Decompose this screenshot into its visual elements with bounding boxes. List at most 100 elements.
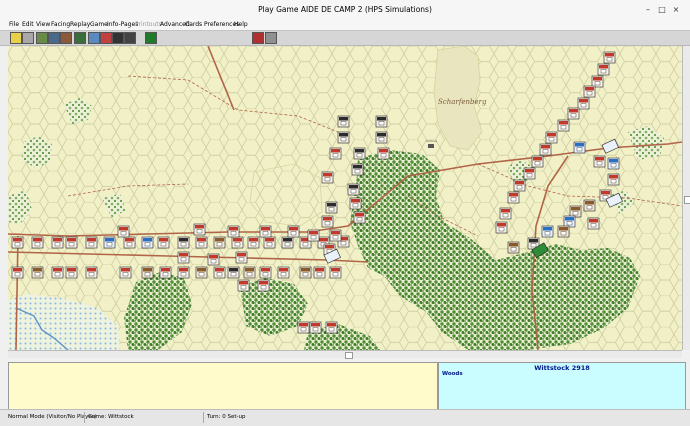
unit-counter[interactable]: [299, 266, 312, 279]
unit-counter[interactable]: [569, 205, 582, 218]
unit-counter[interactable]: [11, 236, 24, 249]
unit-counter[interactable]: [507, 241, 520, 254]
unit-counter[interactable]: [573, 141, 586, 154]
unit-counter[interactable]: [235, 251, 248, 264]
unit-counter[interactable]: [337, 115, 350, 128]
unit-counter[interactable]: [227, 266, 240, 279]
menu-edit[interactable]: Edit: [22, 21, 34, 28]
unit-counter[interactable]: [297, 321, 310, 334]
unit-counter[interactable]: [237, 279, 250, 292]
menu-view[interactable]: View: [36, 21, 50, 28]
unit-counter[interactable]: [523, 167, 536, 180]
unit-counter[interactable]: [263, 236, 276, 249]
unit-counter[interactable]: [177, 251, 190, 264]
markers-icon[interactable]: [265, 32, 277, 44]
unit-counter[interactable]: [227, 225, 240, 238]
unit-counter[interactable]: [351, 163, 364, 176]
unit-counter[interactable]: [51, 266, 64, 279]
unit-counter[interactable]: [557, 119, 570, 132]
unit-counter[interactable]: [213, 266, 226, 279]
unit-counter[interactable]: [103, 236, 116, 249]
unit-counter[interactable]: [213, 236, 226, 249]
unit-counter[interactable]: [257, 279, 270, 292]
unit-counter[interactable]: [583, 199, 596, 212]
unit-counter[interactable]: [347, 183, 360, 196]
unit-counter[interactable]: [587, 217, 600, 230]
unit-counter[interactable]: [583, 85, 596, 98]
unit-counter[interactable]: [593, 155, 606, 168]
unit-counter[interactable]: [577, 97, 590, 110]
minimize-button[interactable]: –: [643, 5, 653, 15]
unit-counter[interactable]: [85, 236, 98, 249]
unit-counter[interactable]: [531, 155, 544, 168]
unit-counter[interactable]: [65, 236, 78, 249]
unit-tool-icon[interactable]: [74, 32, 86, 44]
unit-counter[interactable]: [307, 229, 320, 242]
unit-counter[interactable]: [313, 266, 326, 279]
los-icon[interactable]: [112, 32, 124, 44]
menu-help[interactable]: Help: [234, 21, 248, 28]
unit-counter[interactable]: [563, 215, 576, 228]
unit-counter[interactable]: [325, 321, 338, 334]
unit-counter[interactable]: [119, 266, 132, 279]
unit-counter[interactable]: [557, 225, 570, 238]
unit-counter[interactable]: [157, 236, 170, 249]
menu-info-pages[interactable]: Info-Pages: [107, 21, 138, 28]
unit-counter[interactable]: [321, 215, 334, 228]
map-vertical-scrollbar[interactable]: [682, 46, 690, 350]
counter-tool-icon[interactable]: [36, 32, 48, 44]
unit-counter[interactable]: [231, 236, 244, 249]
unit-counter[interactable]: [325, 201, 338, 214]
menu-game[interactable]: Game: [90, 21, 108, 28]
unit-counter[interactable]: [513, 179, 526, 192]
unit-counter[interactable]: [499, 207, 512, 220]
unit-counter[interactable]: [141, 236, 154, 249]
unit-counter[interactable]: [65, 266, 78, 279]
unit-counter[interactable]: [193, 223, 206, 236]
unit-counter[interactable]: [495, 221, 508, 234]
game-map[interactable]: Scharfenberg Schloss: [8, 46, 682, 350]
unit-counter[interactable]: [603, 51, 616, 64]
unit-counter[interactable]: [607, 173, 620, 186]
unit-counter[interactable]: [177, 266, 190, 279]
unit-counter[interactable]: [309, 321, 322, 334]
open-icon[interactable]: [10, 32, 22, 44]
unit-counter[interactable]: [259, 225, 272, 238]
unit-counter[interactable]: [123, 236, 136, 249]
unit-counter[interactable]: [243, 266, 256, 279]
unit-counter[interactable]: [159, 266, 172, 279]
unit-counter[interactable]: [597, 63, 610, 76]
unit-counter[interactable]: [247, 236, 260, 249]
scroll-thumb[interactable]: [684, 196, 690, 204]
unit-counter[interactable]: [11, 266, 24, 279]
combat-icon[interactable]: [145, 32, 157, 44]
unit-counter[interactable]: [207, 253, 220, 266]
unit-counter[interactable]: [51, 236, 64, 249]
unit-counter[interactable]: [353, 147, 366, 160]
menu-file[interactable]: File: [9, 21, 19, 28]
unit-counter[interactable]: [329, 229, 342, 242]
report-tool-icon[interactable]: [100, 32, 112, 44]
unit-counter[interactable]: [375, 115, 388, 128]
unit-counter[interactable]: [375, 131, 388, 144]
unit-counter[interactable]: [321, 171, 334, 184]
save-icon[interactable]: [22, 32, 34, 44]
menu-cards[interactable]: Cards: [185, 21, 202, 28]
unit-counter[interactable]: [353, 211, 366, 224]
close-button[interactable]: ×: [671, 5, 681, 15]
menu-facing[interactable]: Facing: [51, 21, 70, 28]
unit-counter[interactable]: [31, 236, 44, 249]
unit-counter[interactable]: [545, 131, 558, 144]
unit-counter[interactable]: [195, 266, 208, 279]
unit-counter[interactable]: [31, 266, 44, 279]
unit-counter[interactable]: [377, 147, 390, 160]
maximize-button[interactable]: □: [657, 5, 667, 15]
move-tool-icon[interactable]: [48, 32, 60, 44]
map-canvas[interactable]: Scharfenberg Schloss: [8, 46, 682, 350]
stack-tool-icon[interactable]: [60, 32, 72, 44]
unit-counter[interactable]: [329, 266, 342, 279]
unit-counter[interactable]: [329, 147, 342, 160]
unit-counter[interactable]: [277, 266, 290, 279]
unit-counter[interactable]: [539, 143, 552, 156]
unit-counter[interactable]: [541, 225, 554, 238]
